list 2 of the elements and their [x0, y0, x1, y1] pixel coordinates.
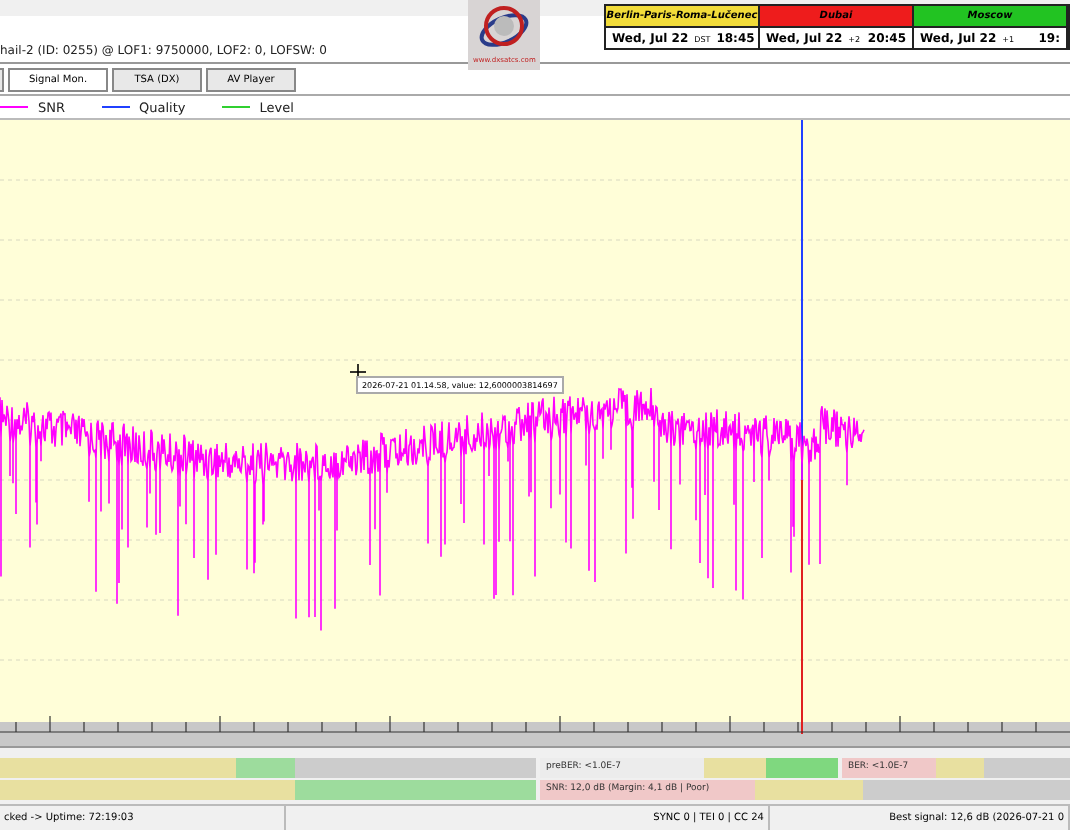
scrollbar[interactable] — [0, 722, 1070, 748]
crosshair-icon — [349, 364, 367, 382]
